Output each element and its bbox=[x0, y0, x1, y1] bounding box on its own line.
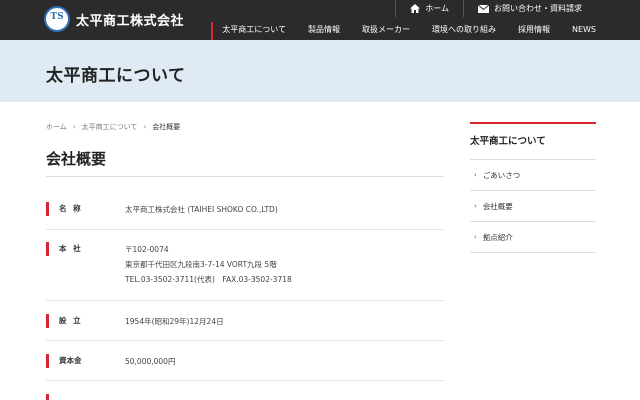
info-row-value-address: 東京都千代田区九段南3-7-14 VORT九段 5階 bbox=[125, 260, 277, 269]
chevron-right-icon: › bbox=[474, 233, 477, 241]
nav-news[interactable]: NEWS bbox=[561, 19, 596, 40]
breadcrumb: ホーム › 太平商工について › 会社概要 bbox=[46, 122, 180, 132]
breadcrumb-current: 会社概要 bbox=[152, 123, 181, 131]
logo-mark-icon: TS bbox=[44, 6, 70, 32]
util-link-contact-label: お問い合わせ・資料請求 bbox=[494, 4, 582, 13]
info-row-value-postal: 〒102-0074 bbox=[125, 245, 169, 254]
info-row-label: 資本金 bbox=[46, 354, 82, 368]
breadcrumb-chevron-icon: › bbox=[143, 123, 147, 131]
util-link-home[interactable]: ホーム bbox=[395, 0, 463, 17]
breadcrumb-parent[interactable]: 太平商工について bbox=[82, 122, 138, 132]
nav-recruit[interactable]: 採用情報 bbox=[507, 19, 561, 40]
site-header: TS 太平商工株式会社 ホーム お問い合わせ・資料請求 太平商工について 製品情… bbox=[0, 0, 640, 40]
sidebar-title[interactable]: 太平商工について bbox=[470, 124, 596, 160]
nav-products[interactable]: 製品情報 bbox=[297, 19, 351, 40]
site-logo[interactable]: TS 太平商工株式会社 bbox=[44, 6, 184, 32]
info-row-label: 設 立 bbox=[46, 314, 83, 328]
info-row-label: 本 社 bbox=[46, 242, 83, 256]
page-title: 会社概要 bbox=[46, 150, 107, 168]
nav-environment[interactable]: 環境への取り組み bbox=[421, 19, 507, 40]
mail-icon bbox=[478, 4, 489, 13]
info-row-value-phone: TEL.03-3502-3711(代表) FAX.03-3502-3718 bbox=[125, 275, 292, 284]
info-row-partial bbox=[46, 394, 444, 400]
info-row-label: 名 称 bbox=[46, 202, 83, 216]
title-divider bbox=[46, 176, 444, 177]
global-nav: 太平商工について 製品情報 取扱メーカー 環境への取り組み 採用情報 NEWS bbox=[211, 19, 596, 40]
sidebar-item-locations[interactable]: › 拠点紹介 bbox=[470, 222, 596, 253]
sidebar-item-label: 会社概要 bbox=[482, 201, 513, 211]
info-row-founded: 設 立 1954年(昭和29年)12月24日 bbox=[46, 314, 444, 341]
breadcrumb-home[interactable]: ホーム bbox=[46, 122, 67, 132]
nav-makers[interactable]: 取扱メーカー bbox=[351, 19, 421, 40]
util-link-contact[interactable]: お問い合わせ・資料請求 bbox=[463, 0, 596, 17]
breadcrumb-chevron-icon: › bbox=[72, 123, 76, 131]
page-hero: 太平商工について bbox=[0, 40, 640, 102]
util-link-home-label: ホーム bbox=[425, 4, 449, 13]
info-row-value: 50,000,000円 bbox=[125, 357, 176, 366]
chevron-right-icon: › bbox=[474, 202, 477, 210]
nav-about[interactable]: 太平商工について bbox=[211, 19, 297, 40]
sidebar: 太平商工について › ごあいさつ › 会社概要 › 拠点紹介 bbox=[470, 122, 596, 253]
logo-text: 太平商工株式会社 bbox=[76, 13, 185, 29]
info-row-label-marker bbox=[46, 394, 59, 400]
chevron-right-icon: › bbox=[474, 171, 477, 179]
info-row-value: 太平商工株式会社 (TAIHEI SHOKO CO.,LTD) bbox=[125, 205, 278, 214]
sidebar-item-greeting[interactable]: › ごあいさつ bbox=[470, 160, 596, 191]
sidebar-item-overview[interactable]: › 会社概要 bbox=[470, 191, 596, 222]
info-row-value: 1954年(昭和29年)12月24日 bbox=[125, 317, 224, 326]
logo-mark-text: TS bbox=[50, 12, 64, 22]
info-row-name: 名 称 太平商工株式会社 (TAIHEI SHOKO CO.,LTD) bbox=[46, 202, 444, 230]
home-icon bbox=[410, 4, 421, 13]
info-row-capital: 資本金 50,000,000円 bbox=[46, 354, 444, 381]
hero-title: 太平商工について bbox=[46, 66, 186, 86]
info-row-head-office: 本 社 〒102-0074 東京都千代田区九段南3-7-14 VORT九段 5階… bbox=[46, 242, 444, 301]
sidebar-item-label: ごあいさつ bbox=[482, 170, 521, 180]
utility-links: ホーム お問い合わせ・資料請求 bbox=[395, 0, 596, 17]
sidebar-item-label: 拠点紹介 bbox=[482, 232, 513, 242]
